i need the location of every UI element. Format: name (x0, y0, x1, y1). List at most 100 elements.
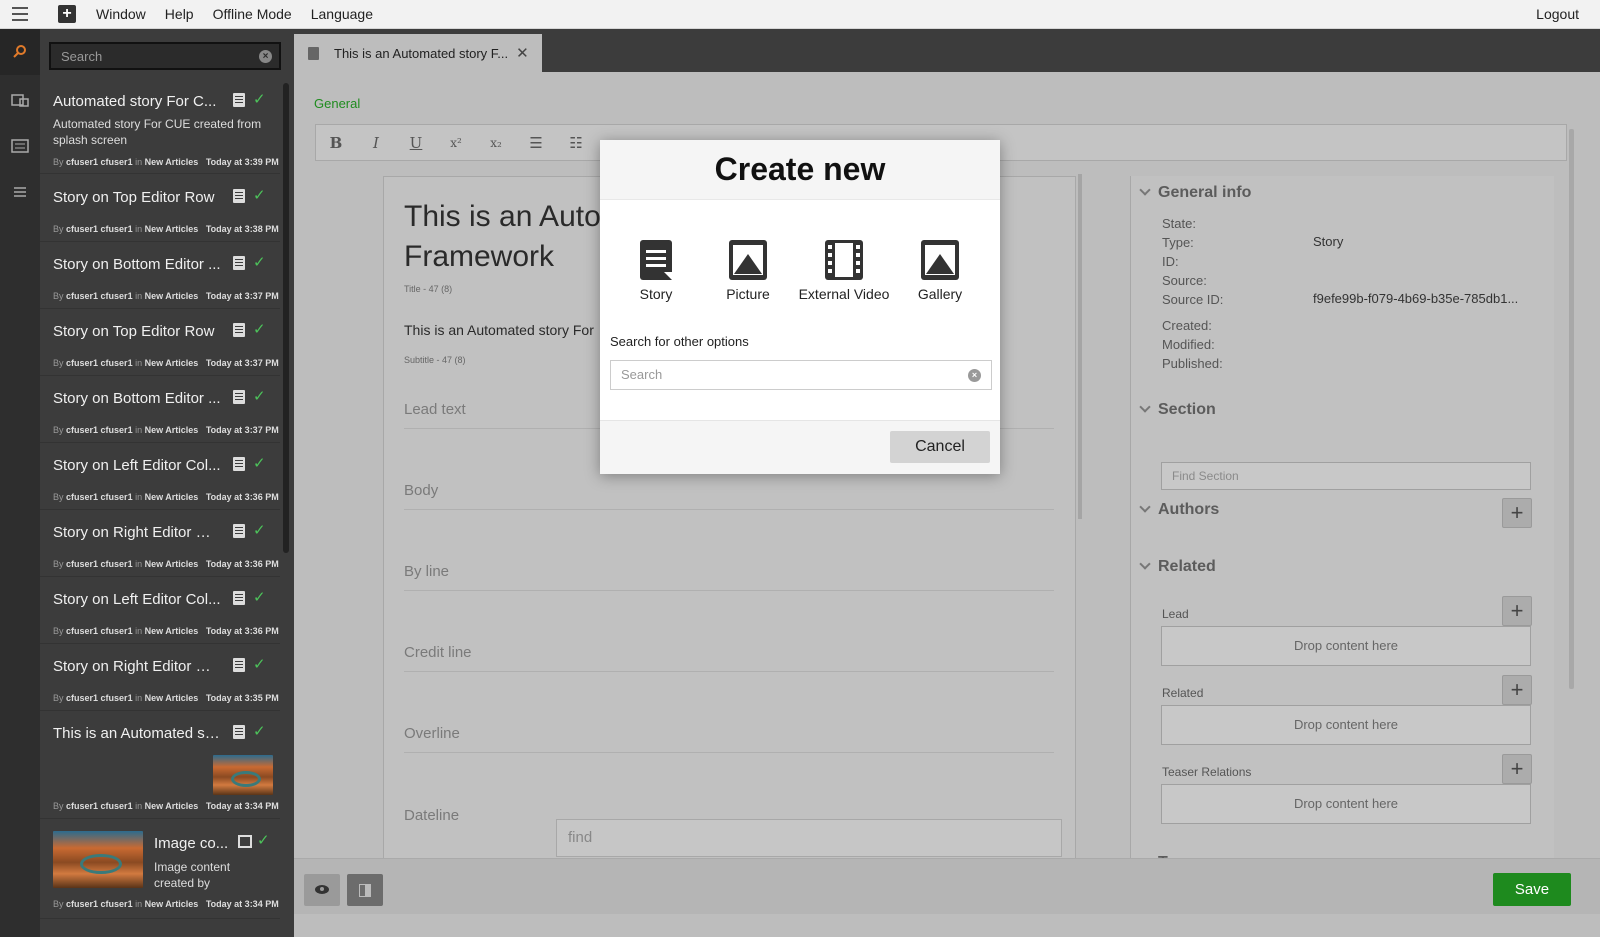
tab-bar: This is an Automated story F... ✕ (294, 29, 1600, 72)
metadata-panel: General info State: Type: Story ID: Sour… (1130, 176, 1554, 886)
check-icon: ✓ (253, 589, 266, 606)
create-new-button[interactable]: + (58, 5, 76, 23)
lead-drop-zone[interactable]: Drop content here (1161, 626, 1531, 666)
list-item[interactable]: This is an Automated st... ✓ By cfuser1 … (40, 711, 280, 819)
list-item[interactable]: Automated story For C... ✓ Automated sto… (40, 84, 280, 174)
picture-icon (238, 835, 252, 848)
document-icon (233, 189, 245, 203)
general-tab-link[interactable]: General (314, 96, 360, 111)
editor-bottom-bar: Save (294, 858, 1600, 914)
chevron-down-icon (1139, 558, 1151, 570)
subtitle-char-count: Subtitle - 47 (8) (404, 355, 466, 365)
hamburger-menu-icon[interactable] (0, 0, 40, 29)
cancel-button[interactable]: Cancel (890, 431, 990, 463)
list-scrollbar[interactable] (283, 83, 289, 553)
list-item[interactable]: Story on Right Editor Co... ✓ By cfuser1… (40, 510, 280, 577)
check-icon: ✓ (253, 455, 266, 472)
check-icon: ✓ (257, 832, 270, 849)
add-lead-button[interactable]: + (1502, 596, 1532, 626)
list-item[interactable]: Story on Bottom Editor ... ✓ By cfuser1 … (40, 376, 280, 443)
document-icon (308, 46, 319, 60)
options-search-input[interactable]: Search × (610, 360, 992, 390)
list-item[interactable]: Story on Top Editor Row ✓ By cfuser1 cfu… (40, 309, 280, 376)
general-info-header[interactable]: General info (1139, 184, 1251, 202)
document-icon (233, 725, 245, 739)
create-picture-button[interactable]: Picture (720, 240, 776, 302)
toggle-panel-icon[interactable] (347, 874, 383, 906)
list-item[interactable]: Story on Left Editor Col... ✓ By cfuser1… (40, 577, 280, 644)
check-icon: ✓ (253, 656, 266, 673)
related-drop-zone[interactable]: Drop content here (1161, 705, 1531, 745)
content-list-panel: Search × Automated story For C... ✓ Auto… (40, 29, 294, 937)
check-icon: ✓ (253, 388, 266, 405)
add-author-button[interactable]: + (1502, 498, 1532, 528)
clear-search-icon[interactable]: × (968, 369, 981, 382)
editor-scrollbar[interactable] (1078, 174, 1082, 519)
menu-bar: + Window Help Offline Mode Language Logo… (0, 0, 1600, 29)
document-icon (233, 390, 245, 404)
related-header[interactable]: Related (1139, 558, 1216, 576)
check-icon: ✓ (253, 254, 266, 271)
thumbnail-image (53, 831, 143, 888)
menu-offline-mode[interactable]: Offline Mode (213, 6, 292, 22)
byline-field[interactable]: By line (404, 563, 1054, 591)
folder-icon[interactable] (0, 77, 40, 123)
type-value: Story (1313, 234, 1344, 249)
document-icon (233, 658, 245, 672)
list-item[interactable]: Story on Left Editor Col... ✓ By cfuser1… (40, 443, 280, 510)
overline-field[interactable]: Overline (404, 725, 1054, 753)
story-subtitle-field[interactable]: This is an Automated story For (404, 322, 594, 338)
dateline-input[interactable]: find (556, 819, 1062, 857)
left-icon-strip (0, 29, 40, 937)
search-icon[interactable] (0, 29, 40, 75)
metadata-scrollbar[interactable] (1569, 129, 1574, 689)
picture-icon (729, 240, 767, 280)
authors-header[interactable]: Authors (1139, 501, 1219, 519)
list-item[interactable]: Image co... ✓ Image content created by B… (40, 819, 280, 919)
list-item[interactable]: Story on Top Editor Row ✓ By cfuser1 cfu… (40, 175, 280, 242)
bullet-list-button[interactable]: ☰ (516, 134, 556, 152)
teaser-drop-zone[interactable]: Drop content here (1161, 784, 1531, 824)
document-icon (233, 323, 245, 337)
save-button[interactable]: Save (1493, 873, 1571, 906)
menu-help[interactable]: Help (165, 6, 194, 22)
thumbnail-image (213, 755, 273, 795)
close-tab-icon[interactable]: ✕ (516, 44, 529, 62)
list-item[interactable]: Story on Right Editor Co... ✓ By cfuser1… (40, 644, 280, 711)
dateline-label: Dateline (404, 807, 460, 824)
title-char-count: Title - 47 (8) (404, 284, 453, 294)
check-icon: ✓ (253, 91, 266, 108)
list-search-input[interactable]: Search × (49, 42, 281, 70)
document-icon (233, 591, 245, 605)
logout-link[interactable]: Logout (1536, 6, 1579, 22)
dialog-footer: Cancel (600, 420, 1000, 474)
italic-button[interactable]: I (356, 134, 396, 152)
chevron-down-icon (1139, 184, 1151, 196)
create-external-video-button[interactable]: External Video (796, 240, 892, 302)
underline-button[interactable]: U (396, 134, 436, 152)
bold-button[interactable]: B (316, 134, 356, 152)
body-field[interactable]: Body (404, 482, 1054, 510)
create-gallery-button[interactable]: Gallery (912, 240, 968, 302)
list-view-icon[interactable] (0, 123, 40, 169)
preview-eye-icon[interactable] (304, 874, 340, 906)
film-icon (825, 240, 863, 280)
check-icon: ✓ (253, 522, 266, 539)
tab-story[interactable]: This is an Automated story F... ✕ (294, 34, 542, 72)
check-icon: ✓ (253, 321, 266, 338)
menu-window[interactable]: Window (96, 6, 146, 22)
credit-line-field[interactable]: Credit line (404, 644, 1054, 672)
section-header[interactable]: Section (1139, 401, 1216, 419)
menu-language[interactable]: Language (311, 6, 373, 22)
menu-lines-icon[interactable] (0, 169, 40, 215)
add-teaser-button[interactable]: + (1502, 754, 1532, 784)
create-story-button[interactable]: Story (630, 240, 682, 302)
find-section-input[interactable]: Find Section (1161, 462, 1531, 490)
add-related-button[interactable]: + (1502, 675, 1532, 705)
superscript-button[interactable]: x² (436, 136, 476, 150)
numbered-list-button[interactable]: ☷ (556, 134, 596, 152)
list-item[interactable]: Story on Bottom Editor ... ✓ By cfuser1 … (40, 242, 280, 309)
story-icon (640, 240, 672, 280)
clear-search-icon[interactable]: × (259, 50, 272, 63)
subscript-button[interactable]: x₂ (476, 136, 516, 150)
